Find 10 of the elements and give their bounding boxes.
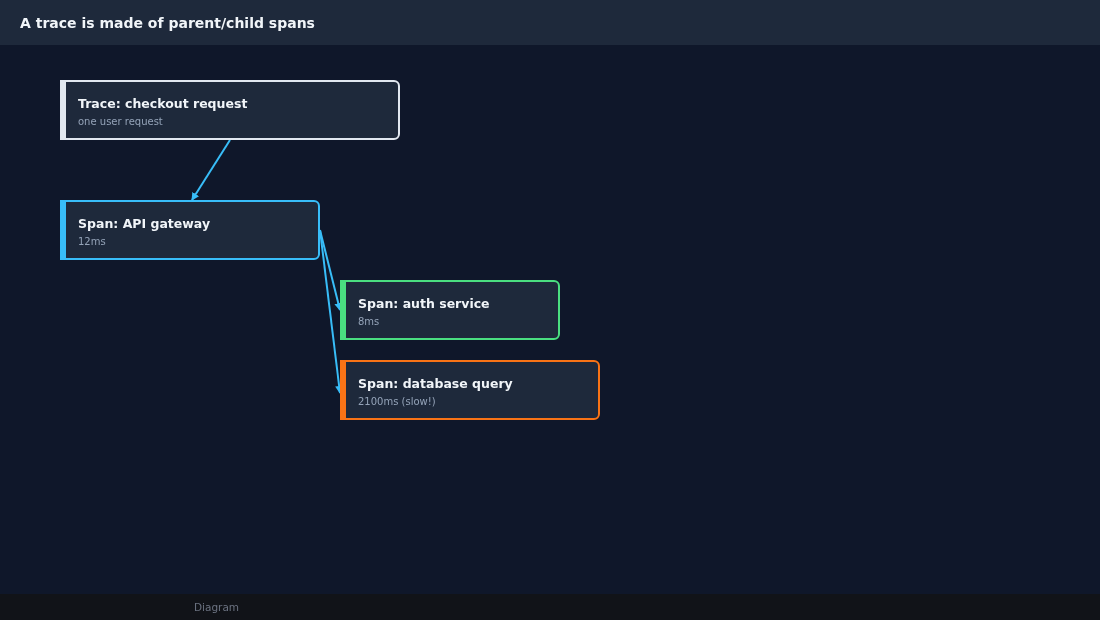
node-detail: one user request	[78, 116, 164, 127]
node-title: Span: API gateway	[78, 216, 212, 231]
node-title: Trace: checkout request	[78, 96, 249, 111]
status-text: Diagram	[194, 601, 240, 613]
node-detail: 2100ms (slow!)	[358, 396, 437, 407]
node-detail: 12ms	[78, 236, 107, 247]
window-title: A trace is made of parent/child spans	[20, 14, 315, 31]
node-title: Span: auth service	[358, 296, 491, 311]
node-title: Span: database query	[358, 376, 514, 391]
node-detail: 8ms	[358, 316, 381, 327]
